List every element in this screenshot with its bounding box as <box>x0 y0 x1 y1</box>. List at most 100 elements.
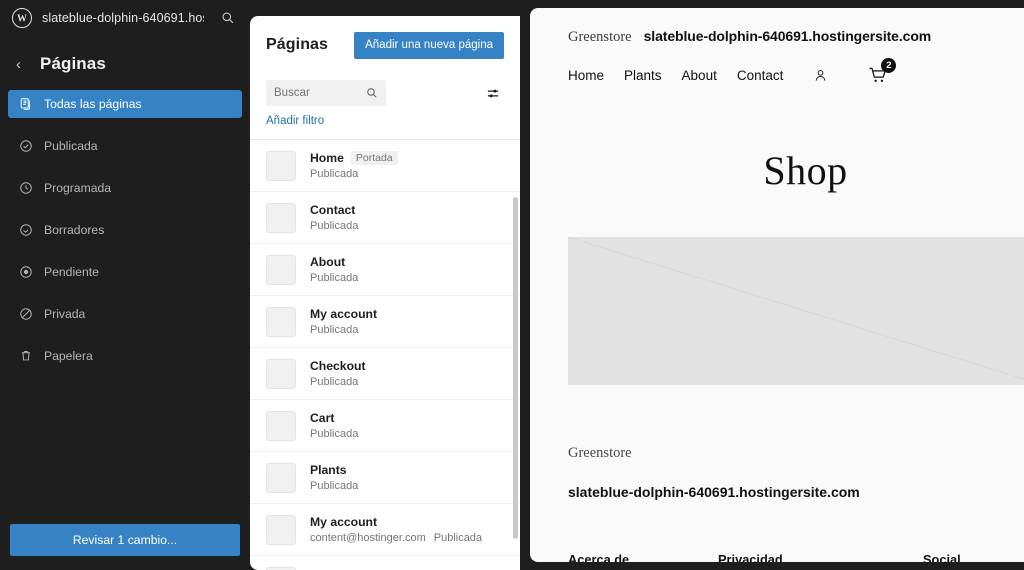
page-sub-line: content@hostinger.com Publicada <box>310 532 482 544</box>
sidebar-item-drafts[interactable]: Borradores <box>8 216 242 244</box>
preview-wrapper: Greenstore slateblue-dolphin-640691.host… <box>520 0 1024 570</box>
pages-panel-header: Páginas Añadir una nueva página <box>250 16 520 74</box>
footer-column-about: Acerca de Equipo <box>568 552 718 562</box>
pages-toolbar-row <box>266 80 504 106</box>
preview-brand: Greenstore <box>568 29 632 45</box>
sidebar-top-bar: W slateblue-dolphin-640691.hos... <box>0 0 250 36</box>
search-icon[interactable] <box>214 4 242 32</box>
pages-toolbar: Añadir filtro <box>250 74 520 129</box>
site-title: slateblue-dolphin-640691.hos... <box>42 11 204 25</box>
footer-column-social: Social Facebook <box>923 552 1024 562</box>
sidebar-item-label: Pendiente <box>44 265 99 279</box>
page-title-line: Plants <box>310 463 358 477</box>
page-thumbnail <box>266 202 296 233</box>
page-status: Publicada <box>310 220 359 232</box>
page-name: Cart <box>310 411 335 425</box>
sidebar-item-label: Papelera <box>44 349 93 363</box>
review-changes-button[interactable]: Revisar 1 cambio... <box>10 524 240 556</box>
page-meta: Contact Publicada <box>310 203 358 232</box>
nav-link-about[interactable]: About <box>682 68 717 83</box>
sidebar-item-pending[interactable]: Pendiente <box>8 258 242 286</box>
page-meta: About Publicada <box>310 255 358 284</box>
sidebar: W slateblue-dolphin-640691.hos... ‹ Pági… <box>0 0 250 570</box>
cart-count-badge: 2 <box>881 58 897 73</box>
trash-icon <box>18 349 33 364</box>
page-title-line: Checkout <box>310 359 366 373</box>
nav-link-home[interactable]: Home <box>568 68 604 83</box>
footer-columns: Acerca de Equipo Privacidad Política de … <box>568 552 1024 562</box>
preview-brand-row: Greenstore slateblue-dolphin-640691.host… <box>568 8 1024 46</box>
shop-heading: Shop <box>763 148 848 193</box>
table-row[interactable]: Plants Publicada <box>250 451 520 503</box>
table-row[interactable]: Cart Publicada <box>250 399 520 451</box>
table-row[interactable]: Home Portada Publicada <box>250 139 520 191</box>
table-row[interactable]: About Publicada <box>250 243 520 295</box>
svg-text:W: W <box>17 13 27 24</box>
add-filter-link[interactable]: Añadir filtro <box>266 115 324 127</box>
page-author: content@hostinger.com <box>310 532 426 544</box>
page-status: Publicada <box>433 532 483 544</box>
pages-list: Home Portada Publicada Contact Publicada <box>250 139 520 570</box>
page-name: Home <box>310 151 344 165</box>
table-row[interactable]: My account Publicada <box>250 295 520 347</box>
pages-panel-wrapper: Páginas Añadir una nueva página Buscar A… <box>250 0 520 570</box>
wordpress-site-editor: W slateblue-dolphin-640691.hos... ‹ Pági… <box>0 0 1024 570</box>
pending-circle-icon <box>18 265 33 280</box>
sidebar-item-label: Publicada <box>44 139 98 153</box>
table-row[interactable]: My account content@hostinger.com Publica… <box>250 503 520 555</box>
page-thumbnail <box>266 306 296 337</box>
page-status: Publicada <box>310 272 359 284</box>
page-thumbnail <box>266 150 296 181</box>
table-row[interactable]: Contact Publicada <box>250 191 520 243</box>
table-row[interactable]: Checkout Publicada <box>250 347 520 399</box>
search-field-wrapper[interactable] <box>266 80 386 106</box>
page-status: Publicada <box>310 480 359 492</box>
page-thumbnail <box>266 358 296 389</box>
sidebar-item-label: Todas las páginas <box>44 97 142 111</box>
table-row[interactable]: Checkout <box>250 555 520 570</box>
search-icon <box>366 87 378 99</box>
page-title: Páginas <box>40 54 106 73</box>
footer-column-heading: Social <box>923 552 961 562</box>
page-meta: Checkout Publicada <box>310 359 366 388</box>
search-input[interactable] <box>274 87 360 99</box>
page-thumbnail <box>266 254 296 285</box>
chevron-left-icon[interactable]: ‹ <box>16 57 26 72</box>
add-new-page-button[interactable]: Añadir una nueva página <box>354 31 504 59</box>
page-status: Publicada <box>310 324 359 336</box>
sidebar-item-all-pages[interactable]: Todas las páginas <box>8 90 242 118</box>
page-title-line: Contact <box>310 203 358 217</box>
page-title-line: My account <box>310 515 482 529</box>
sidebar-item-published[interactable]: Publicada <box>8 132 242 160</box>
page-title-line: My account <box>310 307 377 321</box>
shopping-cart-icon[interactable]: 2 <box>868 58 897 85</box>
status-badge: Portada <box>350 151 398 165</box>
nav-link-plants[interactable]: Plants <box>624 68 662 83</box>
preview-footer: Greenstore slateblue-dolphin-640691.host… <box>568 445 1024 562</box>
sidebar-item-label: Programada <box>44 181 112 195</box>
sidebar-item-private[interactable]: Privada <box>8 300 242 328</box>
page-name: Checkout <box>310 359 366 373</box>
page-status: Publicada <box>310 168 359 180</box>
page-title-line: About <box>310 255 358 269</box>
sliders-icon[interactable] <box>482 82 504 104</box>
draft-circle-icon <box>18 223 33 238</box>
nav-link-contact[interactable]: Contact <box>737 68 784 83</box>
page-status: Publicada <box>310 428 359 440</box>
page-thumbnail <box>266 410 296 441</box>
pages-list-scrollbar[interactable] <box>513 197 518 539</box>
pages-icon <box>18 97 33 112</box>
clock-icon <box>18 181 33 196</box>
page-thumbnail <box>266 462 296 493</box>
user-icon[interactable] <box>813 68 828 83</box>
preview-content: Greenstore slateblue-dolphin-640691.host… <box>530 8 1024 562</box>
page-name: Contact <box>310 203 356 217</box>
sidebar-footer: Revisar 1 cambio... <box>0 524 250 570</box>
sidebar-item-scheduled[interactable]: Programada <box>8 174 242 202</box>
sidebar-item-trash[interactable]: Papelera <box>8 342 242 370</box>
image-placeholder <box>568 237 1024 385</box>
page-title-line: Cart <box>310 411 358 425</box>
wordpress-icon[interactable]: W <box>12 8 32 28</box>
sidebar-item-label: Borradores <box>44 223 105 237</box>
